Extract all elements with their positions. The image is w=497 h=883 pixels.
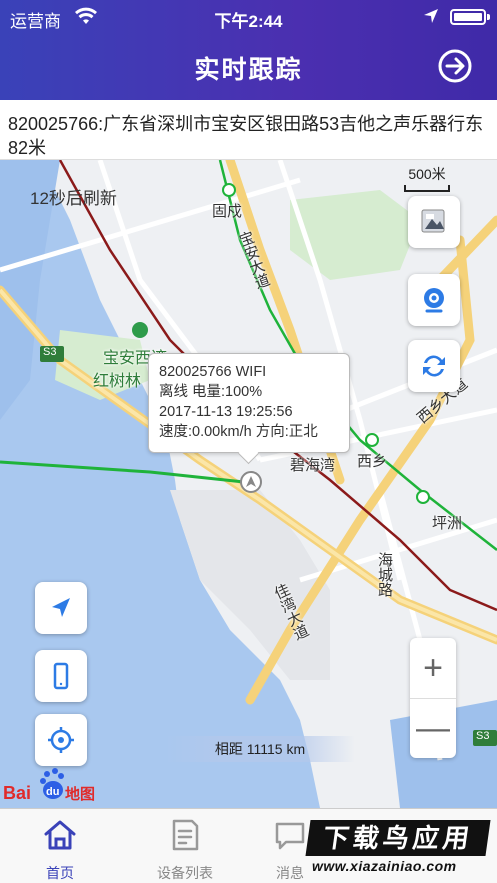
app-screen: 运营商 下午2:44 实时跟踪 820025766:广东省深圳市宝安区银田路53… <box>0 0 497 883</box>
callout-status-line: 离线 电量:100% <box>159 384 263 400</box>
map-layer-button[interactable] <box>408 196 460 248</box>
locate-button[interactable] <box>35 714 87 766</box>
map-scale: 500米 <box>404 164 450 192</box>
map-label-haicheng-rd: 海城路 <box>376 552 393 597</box>
map-label-mangrove: 红树林 <box>93 373 142 390</box>
callout-time-line: 2017-11-13 19:25:56 <box>159 404 293 420</box>
callout-device-line: 820025766 WIFI <box>159 364 267 380</box>
exit-arrow-icon[interactable] <box>437 48 473 84</box>
header: 运营商 下午2:44 实时跟踪 <box>0 0 497 100</box>
map-view[interactable]: 固戍 宝安大道 宝安西湾 红树林 S3 S3 碧海湾 西乡 西乡大道 坪洲 海城… <box>0 160 497 808</box>
zoom-in-button[interactable]: + <box>410 638 456 698</box>
device-marker[interactable] <box>240 471 262 493</box>
map-label-bihaiwan: 碧海湾 <box>290 457 336 474</box>
svg-text:du: du <box>46 786 59 798</box>
navigation-arrow-icon <box>52 598 70 617</box>
scale-label: 500米 <box>408 166 446 182</box>
tab-device-list-label: 设备列表 <box>157 865 213 881</box>
tab-home-label: 首页 <box>46 865 74 881</box>
marker-arrow-icon <box>246 476 256 487</box>
tab-device-list[interactable]: 设备列表 <box>125 809 245 883</box>
map-label-pingzhou: 坪洲 <box>432 515 463 532</box>
svg-text:Bai: Bai <box>3 783 31 803</box>
page-title: 实时跟踪 <box>194 56 303 84</box>
map-label-s3-a: S3 <box>43 346 57 358</box>
list-doc-icon <box>172 819 199 851</box>
status-bar: 运营商 下午2:44 <box>0 0 497 34</box>
tab-home[interactable]: 首页 <box>0 809 120 883</box>
zoom-control: + — <box>410 638 456 758</box>
map-layer-icon <box>421 209 445 233</box>
crosshair-icon <box>48 727 74 753</box>
refresh-button[interactable] <box>408 340 460 392</box>
location-arrow-icon <box>424 9 438 23</box>
scale-bar <box>404 185 450 192</box>
device-button[interactable] <box>35 650 87 702</box>
watermark-title: 下载鸟应用 <box>305 820 491 856</box>
phone-icon <box>53 662 69 690</box>
callout-speed-line: 速度:0.00km/h 方向:正北 <box>159 424 318 440</box>
webcam-icon <box>424 288 444 313</box>
svg-text:地图: 地图 <box>65 785 95 803</box>
navigate-button[interactable] <box>35 582 87 634</box>
watermark: 下载鸟应用 www.xiazainiao.com <box>298 816 497 883</box>
distance-label: 相距 11115 km <box>165 736 355 762</box>
device-info-callout[interactable]: 820025766 WIFI 离线 电量:100% 2017-11-13 19:… <box>148 353 350 453</box>
refresh-countdown: 12秒后刷新 <box>30 189 117 208</box>
battery-icon <box>450 9 490 25</box>
refresh-icon <box>423 355 445 377</box>
baidu-map-logo: Bai du 地图 <box>3 768 95 803</box>
home-icon <box>44 820 76 850</box>
map-label-s3-b: S3 <box>476 730 490 742</box>
zoom-out-button[interactable]: — <box>410 698 456 758</box>
address-text: 820025766:广东省深圳市宝安区银田路53吉他之声乐器行东82米 <box>0 100 497 160</box>
map-label-xixiang: 西乡 <box>357 453 388 470</box>
map-label-gutang: 固戍 <box>212 203 243 220</box>
watermark-url: www.xiazainiao.com <box>312 858 457 874</box>
webcam-button[interactable] <box>408 274 460 326</box>
